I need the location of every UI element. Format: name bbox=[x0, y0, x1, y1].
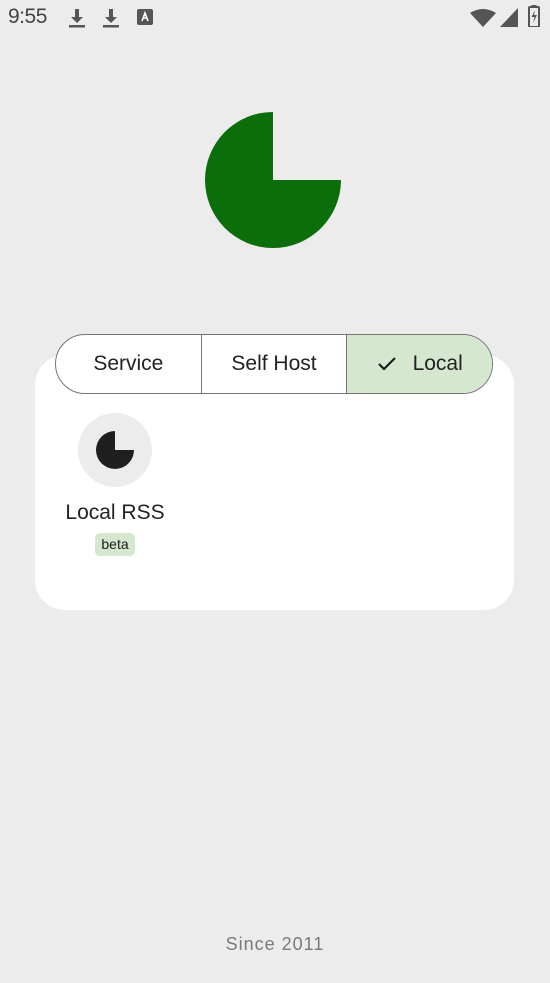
pie-logo-icon bbox=[205, 112, 341, 248]
source-item-icon-bg bbox=[78, 413, 152, 487]
segment-label: Local bbox=[412, 352, 463, 375]
segment-local[interactable]: Local bbox=[347, 335, 492, 393]
signal-icon bbox=[500, 8, 518, 32]
segment-label: Service bbox=[93, 352, 164, 375]
footer-text: Since 2011 bbox=[225, 934, 325, 954]
download-icon bbox=[68, 7, 86, 34]
status-time: 9:55 bbox=[8, 5, 47, 28]
font-app-icon bbox=[137, 9, 153, 30]
download-icon bbox=[102, 7, 120, 34]
beta-badge: beta bbox=[95, 533, 135, 556]
status-bar: 9:55 bbox=[0, 0, 550, 36]
pie-logo-icon bbox=[96, 431, 134, 469]
segment-service[interactable]: Service bbox=[56, 335, 202, 393]
app-logo bbox=[205, 112, 341, 248]
source-type-segmented-control: Service Self Host Local bbox=[55, 334, 493, 394]
source-item-label: Local RSS bbox=[65, 501, 165, 524]
source-item-local-rss[interactable]: Local RSS beta bbox=[60, 413, 170, 556]
battery-charging-icon bbox=[528, 5, 540, 32]
wifi-icon bbox=[470, 9, 496, 32]
segment-label: Self Host bbox=[231, 352, 317, 375]
check-icon bbox=[377, 356, 397, 372]
segment-self-host[interactable]: Self Host bbox=[202, 335, 348, 393]
